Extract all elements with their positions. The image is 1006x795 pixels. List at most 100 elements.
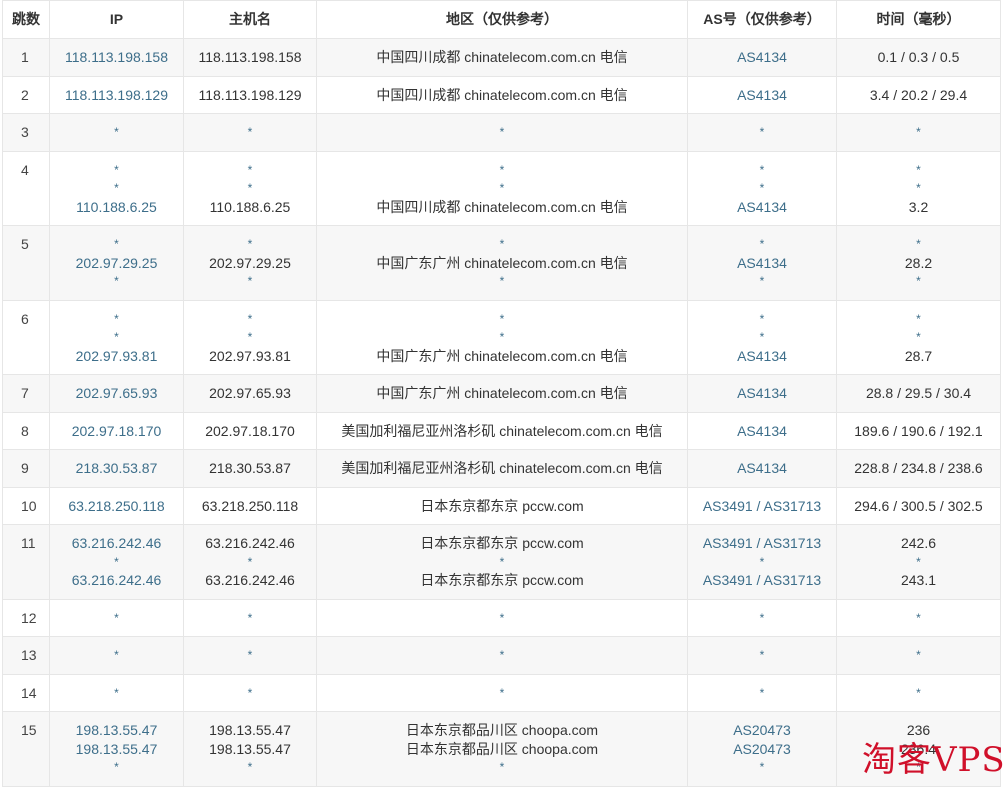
watermark: 淘客VPS [862, 740, 1006, 780]
as-number-value[interactable]: AS3491 / AS31713 [688, 534, 836, 553]
as-number-value[interactable]: AS4134 [688, 347, 836, 366]
geo-cell: * [316, 113, 688, 152]
table-row: 15 198.13.55.47 198.13.55.47 * 198.13.55.47 1… [2, 711, 1001, 787]
as-cell: AS4134 [687, 38, 837, 77]
time-cell: 0.1 / 0.3 / 0.5 [836, 38, 1001, 77]
as-number-value[interactable]: AS4134 [688, 86, 836, 105]
table-header-row: 跳数 IP 主机名 地区（仅供参考） AS号（仅供参考） 时间（毫秒） [2, 0, 1001, 39]
as-number-value[interactable]: AS4134 [688, 384, 836, 403]
as-cell: * [687, 636, 837, 675]
ip-cell: * [49, 598, 184, 637]
timeout-marker: * [759, 330, 765, 344]
ip-value[interactable]: 63.216.242.46 [50, 534, 183, 553]
host-cell: 63.216.242.46 * 63.216.242.46 [183, 524, 317, 600]
timeout-marker: * [499, 125, 505, 139]
as-number-value[interactable]: AS20473 [688, 721, 836, 740]
hostname-value: 218.30.53.87 [209, 460, 291, 476]
table-row: 4 * * 110.188.6.25 * * 110.188.6.25 * * 中国四川成都 ch… [2, 150, 1001, 226]
as-cell: * [687, 598, 837, 637]
time-value: 28.2 [904, 254, 933, 271]
as-number-value[interactable]: AS20473 [688, 740, 836, 759]
host-cell: 218.30.53.87 [183, 449, 317, 488]
table-row: 10 63.218.250.118 63.218.250.118 日本东京都东京 pc… [2, 486, 1001, 525]
ip-cell: * * 110.188.6.25 [49, 150, 184, 226]
timeout-marker: * [247, 554, 253, 569]
region-value: 中国广东广州 chinatelecom.com.cn 电信 [376, 254, 628, 271]
timeout-marker: * [916, 610, 921, 625]
ip-value[interactable]: 118.113.198.158 [50, 48, 183, 67]
ip-value[interactable]: 202.97.93.81 [50, 347, 183, 366]
time-value: 3.2 [908, 198, 929, 215]
timeout-marker: * [499, 162, 505, 177]
table-row: 1 118.113.198.158 118.113.198.158 中国四川成都 ch… [2, 38, 1001, 77]
host-cell: * 202.97.29.25 * [183, 225, 317, 301]
hop-number: 2 [2, 75, 50, 114]
as-number-value[interactable]: AS3491 / AS31713 [688, 571, 836, 590]
table-row: 9 218.30.53.87 218.30.53.87 美国加利福尼亚州洛杉矶 chi… [2, 449, 1001, 488]
ip-value[interactable]: 63.218.250.118 [50, 497, 183, 516]
hop-number: 15 [2, 711, 50, 787]
ip-value[interactable]: 202.97.65.93 [50, 384, 183, 403]
timeout-marker: * [114, 760, 119, 774]
ip-value[interactable]: 198.13.55.47 [50, 721, 183, 740]
region-value: 日本东京都东京 pccw.com [420, 572, 584, 588]
as-number-value[interactable]: AS4134 [688, 254, 836, 273]
host-cell: * * 110.188.6.25 [183, 150, 317, 226]
geo-cell: 中国四川成都 chinatelecom.com.cn 电信 [316, 75, 688, 114]
geo-cell: * [316, 673, 688, 712]
header-region: 地区（仅供参考） [316, 0, 688, 39]
header-as-number: AS号（仅供参考） [687, 0, 837, 39]
timeout-marker: * [499, 685, 505, 700]
ip-value[interactable]: 218.30.53.87 [50, 459, 183, 478]
as-number-value[interactable]: AS3491 / AS31713 [688, 497, 836, 516]
timeout-marker: * [499, 760, 505, 774]
timeout-marker: * [916, 685, 921, 700]
host-cell: 198.13.55.47 198.13.55.47 * [183, 711, 317, 787]
ip-cell: 63.218.250.118 [49, 486, 184, 525]
timeout-marker: * [114, 181, 119, 195]
as-number-value[interactable]: AS4134 [688, 198, 836, 217]
hostname-value: 118.113.198.158 [198, 49, 302, 65]
timeout-marker: * [114, 311, 119, 326]
timeout-marker: * [759, 648, 765, 662]
hop-number: 8 [2, 411, 50, 450]
table-row: 14 * * * * * [2, 673, 1001, 712]
timeout-marker: * [114, 330, 119, 344]
time-cell: * [836, 673, 1001, 712]
hostname-value: 63.218.250.118 [201, 497, 299, 514]
timeout-marker: * [916, 554, 921, 569]
as-number-value[interactable]: AS4134 [688, 422, 836, 441]
ip-value[interactable]: 63.216.242.46 [50, 571, 183, 590]
timeout-marker: * [759, 311, 765, 326]
timeout-marker: * [916, 125, 921, 139]
time-value: 28.7 [904, 347, 933, 364]
timeout-marker: * [247, 274, 253, 288]
time-value: 0.1 / 0.3 / 0.5 [877, 49, 960, 65]
timeout-marker: * [247, 237, 253, 251]
as-cell: AS4134 [687, 75, 837, 114]
timeout-marker: * [759, 760, 765, 774]
timeout-marker: * [499, 330, 505, 344]
ip-value[interactable]: 202.97.29.25 [50, 254, 183, 273]
ip-value[interactable]: 198.13.55.47 [50, 740, 183, 759]
timeout-marker: * [759, 610, 765, 625]
ip-value[interactable]: 118.113.198.129 [50, 86, 183, 105]
timeout-marker: * [114, 237, 119, 251]
ip-cell: * 202.97.29.25 * [49, 225, 184, 301]
as-number-value[interactable]: AS4134 [688, 48, 836, 67]
ip-value[interactable]: 110.188.6.25 [50, 198, 183, 217]
region-value: 中国四川成都 chinatelecom.com.cn 电信 [376, 86, 628, 103]
hostname-value: 202.97.65.93 [209, 385, 291, 401]
ip-cell: * [49, 113, 184, 152]
header-hostname: 主机名 [183, 0, 317, 39]
as-cell: * [687, 673, 837, 712]
region-value: 日本东京都品川区 choopa.com [405, 740, 599, 757]
ip-value[interactable]: 202.97.18.170 [50, 422, 183, 441]
geo-cell: * 中国广东广州 chinatelecom.com.cn 电信 * [316, 225, 688, 301]
timeout-marker: * [916, 237, 921, 251]
as-cell: AS4134 [687, 449, 837, 488]
as-number-value[interactable]: AS4134 [688, 459, 836, 478]
ip-cell: 118.113.198.158 [49, 38, 184, 77]
timeout-marker: * [499, 274, 505, 288]
hostname-value: 198.13.55.47 [209, 722, 291, 738]
